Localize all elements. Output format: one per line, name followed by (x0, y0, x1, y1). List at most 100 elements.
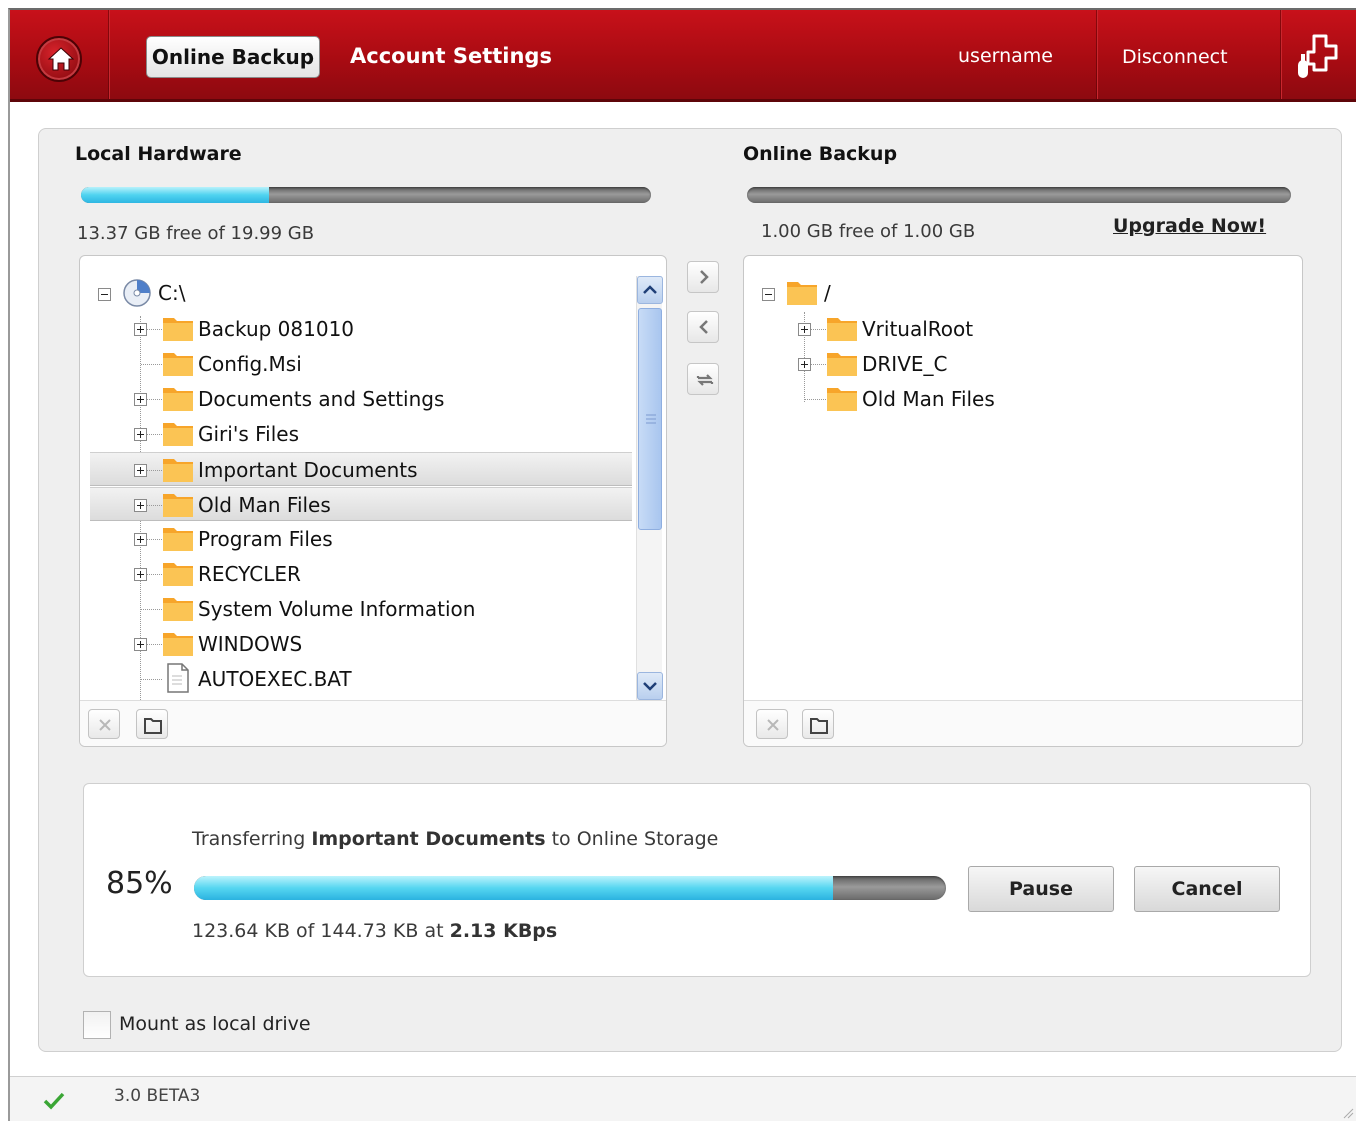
tree-item[interactable]: Important Documents (90, 452, 632, 486)
tree-item[interactable]: VritualRoot (754, 312, 1114, 346)
tab-online-backup[interactable]: Online Backup (146, 36, 320, 78)
checkmark-icon (43, 1092, 65, 1110)
folder-icon (787, 282, 817, 305)
expand-icon[interactable] (134, 533, 147, 546)
folder-icon (163, 633, 193, 656)
resize-grip-icon[interactable] (1342, 1107, 1354, 1119)
transfer-item: Important Documents (311, 828, 546, 850)
online-backup-title: Online Backup (743, 143, 898, 165)
expand-icon[interactable] (798, 323, 811, 336)
tab-account-settings[interactable]: Account Settings (350, 44, 552, 68)
pause-button[interactable]: Pause (968, 866, 1114, 912)
tree-guide (805, 399, 826, 400)
transfer-percent: 85% (106, 866, 173, 901)
top-bar: Online Backup Account Settings username … (10, 10, 1356, 102)
tree-root-row[interactable]: / (758, 276, 1058, 310)
expand-icon[interactable] (134, 393, 147, 406)
upgrade-link[interactable]: Upgrade Now! (1113, 215, 1266, 237)
local-tree-panel: C:\ Backup 081010 Config.Msi Documents and… (79, 255, 667, 747)
new-folder-icon (810, 718, 828, 734)
expand-icon[interactable] (798, 358, 811, 371)
tree-item-label: DRIVE_C (862, 352, 948, 376)
folder-icon (163, 459, 193, 482)
home-button[interactable] (36, 36, 82, 82)
expand-icon[interactable] (134, 638, 147, 651)
folder-icon (827, 353, 857, 376)
transfer-prefix: Transferring (192, 828, 306, 850)
expand-icon[interactable] (134, 499, 147, 512)
scroll-down-button[interactable] (637, 672, 663, 700)
folder-icon (163, 353, 193, 376)
transfer-progress-fill (194, 876, 834, 900)
collapse-icon[interactable] (98, 288, 111, 301)
disconnect-link[interactable]: Disconnect (1122, 46, 1228, 68)
expand-icon[interactable] (134, 464, 147, 477)
tree-item[interactable]: System Volume Information (90, 592, 632, 626)
local-usage-bar (81, 187, 651, 203)
mount-label[interactable]: Mount as local drive (119, 1013, 311, 1035)
tree-item[interactable]: Config.Msi (90, 347, 632, 381)
new-folder-icon (144, 718, 162, 734)
tree-item-label: WINDOWS (198, 632, 303, 656)
delete-button[interactable] (756, 709, 788, 739)
collapse-icon[interactable] (762, 288, 775, 301)
tree-item[interactable]: WINDOWS (90, 627, 632, 661)
folder-icon (163, 528, 193, 551)
delete-icon (99, 719, 111, 731)
tree-item[interactable]: AUTOEXEC.BAT (90, 662, 632, 696)
arrow-right-icon (700, 270, 709, 284)
tree-item[interactable]: Old Man Files (90, 487, 632, 521)
tree-item[interactable]: Old Man Files (754, 382, 1114, 416)
grip-icon (646, 414, 656, 424)
arrow-left-icon (699, 320, 708, 334)
tree-item[interactable]: Program Files (90, 522, 632, 556)
tree-item-label: Program Files (198, 527, 333, 551)
folder-icon (163, 598, 193, 621)
header-divider (1280, 10, 1282, 99)
sync-icon (696, 374, 714, 386)
tree-item[interactable]: Giri's Files (90, 417, 632, 451)
online-tree-toolbar (744, 700, 1302, 746)
tree-root-row[interactable]: C:\ (94, 276, 594, 310)
tree-item[interactable]: Backup 081010 (90, 312, 632, 346)
copy-to-local-button[interactable] (687, 311, 719, 343)
local-tree-scrollbar[interactable] (636, 276, 663, 700)
main-panel: Local Hardware 13.37 GB free of 19.99 GB… (38, 128, 1342, 1052)
mount-checkbox[interactable] (83, 1011, 111, 1039)
transfer-progress-bar (194, 876, 946, 900)
transfer-status: Transferring Important Documents to Onli… (192, 828, 718, 850)
transfer-amount-text: 123.64 KB of 144.73 KB at (192, 920, 444, 942)
folder-icon (163, 563, 193, 586)
expand-icon[interactable] (134, 568, 147, 581)
tree-item[interactable]: DRIVE_C (754, 347, 1114, 381)
copy-to-online-button[interactable] (687, 261, 719, 293)
tree-item-label: Documents and Settings (198, 387, 445, 411)
version-label: 3.0 BETA3 (114, 1086, 201, 1106)
username-label: username (958, 45, 1053, 67)
tree-item[interactable]: Documents and Settings (90, 382, 632, 416)
new-folder-button[interactable] (136, 709, 168, 739)
delete-button[interactable] (88, 709, 120, 739)
transfer-suffix: to Online Storage (551, 828, 719, 850)
expand-icon[interactable] (134, 323, 147, 336)
header-divider (1096, 10, 1098, 99)
tree-item[interactable]: RECYCLER (90, 557, 632, 591)
local-usage-fill (81, 187, 270, 203)
scroll-thumb[interactable] (638, 308, 662, 530)
transfer-rate: 2.13 KBps (449, 920, 558, 942)
plugin-icon[interactable] (1292, 30, 1348, 86)
expand-icon[interactable] (134, 428, 147, 441)
tree-item-label: VritualRoot (862, 317, 974, 341)
header-divider (108, 10, 110, 99)
sync-button[interactable] (687, 363, 719, 395)
scroll-up-button[interactable] (637, 276, 663, 304)
tree-item-label: Giri's Files (198, 422, 299, 446)
new-folder-button[interactable] (802, 709, 834, 739)
folder-icon (163, 388, 193, 411)
chevron-up-icon (643, 285, 657, 294)
tree-root-label: C:\ (158, 281, 186, 305)
drive-icon (123, 279, 151, 307)
online-free-space: 1.00 GB free of 1.00 GB (761, 221, 976, 242)
online-tree-panel: / VritualRoot DRIVE_C Old Man Files (743, 255, 1303, 747)
cancel-button[interactable]: Cancel (1134, 866, 1280, 912)
